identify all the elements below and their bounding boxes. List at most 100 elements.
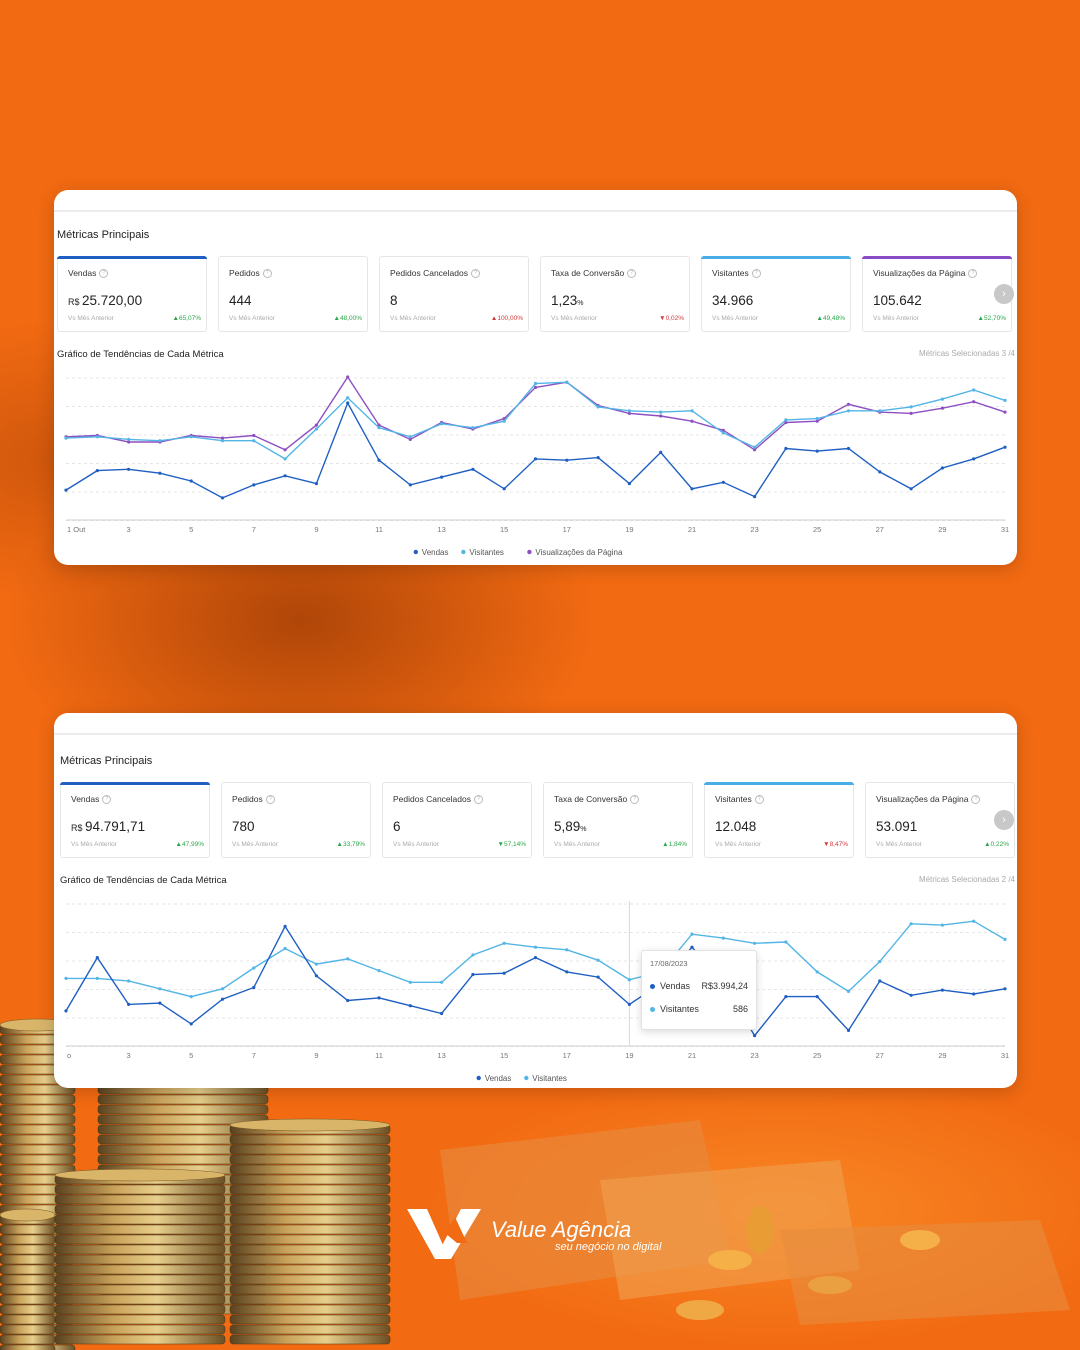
data-point[interactable] — [440, 475, 444, 479]
data-point[interactable] — [596, 958, 600, 962]
data-point[interactable] — [471, 972, 475, 977]
data-point[interactable] — [471, 953, 475, 957]
data-point[interactable] — [690, 487, 694, 491]
metric-card-0[interactable]: Vendas? R$ 94.791,71 Vs Mês Anterior ▲47,99… — [60, 782, 210, 858]
data-point[interactable] — [659, 410, 663, 414]
data-point[interactable] — [252, 433, 256, 438]
data-point[interactable] — [846, 402, 851, 406]
data-point[interactable] — [95, 435, 99, 439]
data-point[interactable] — [220, 997, 225, 1001]
data-point[interactable] — [940, 397, 945, 401]
help-icon[interactable]: ? — [470, 269, 480, 279]
data-point[interactable] — [596, 405, 600, 409]
data-point[interactable] — [690, 945, 694, 949]
data-point[interactable] — [158, 471, 162, 475]
data-point[interactable] — [659, 414, 663, 418]
data-point[interactable] — [533, 945, 538, 949]
data-point[interactable] — [940, 923, 945, 927]
data-point[interactable] — [189, 995, 193, 999]
data-point[interactable] — [346, 375, 350, 379]
data-point[interactable] — [64, 1009, 68, 1013]
help-icon[interactable]: ? — [751, 269, 761, 279]
data-point[interactable] — [502, 971, 506, 975]
data-point[interactable] — [846, 989, 851, 993]
data-point[interactable] — [189, 479, 193, 483]
data-point[interactable] — [377, 996, 381, 1000]
help-icon[interactable]: ? — [971, 795, 981, 805]
help-icon[interactable]: ? — [102, 795, 112, 805]
data-point[interactable] — [753, 1034, 757, 1038]
data-point[interactable] — [846, 1028, 851, 1032]
data-point[interactable] — [596, 456, 600, 460]
data-point[interactable] — [252, 966, 256, 970]
next-arrow-icon[interactable]: › — [994, 810, 1014, 830]
help-icon[interactable]: ? — [630, 795, 640, 805]
data-point[interactable] — [533, 956, 538, 960]
data-point[interactable] — [565, 458, 569, 462]
data-point[interactable] — [440, 980, 444, 984]
data-point[interactable] — [283, 448, 287, 452]
data-point[interactable] — [1003, 937, 1007, 941]
data-point[interactable] — [627, 409, 632, 413]
data-point[interactable] — [533, 385, 538, 389]
data-point[interactable] — [127, 1002, 131, 1006]
data-point[interactable] — [220, 987, 225, 991]
data-point[interactable] — [909, 405, 913, 409]
data-point[interactable] — [64, 976, 68, 980]
data-point[interactable] — [346, 396, 350, 400]
metric-card-0[interactable]: Vendas? R$ 25.720,00 Vs Mês Anterior ▲65,07… — [57, 256, 207, 332]
data-point[interactable] — [533, 457, 538, 461]
data-point[interactable] — [95, 469, 99, 473]
data-point[interactable] — [471, 467, 475, 471]
data-point[interactable] — [64, 488, 68, 492]
data-point[interactable] — [283, 946, 287, 951]
data-point[interactable] — [408, 435, 412, 439]
data-point[interactable] — [502, 419, 506, 423]
data-point[interactable] — [314, 482, 318, 486]
next-arrow-icon[interactable]: › — [994, 284, 1014, 304]
data-point[interactable] — [440, 1011, 444, 1016]
data-point[interactable] — [408, 1004, 412, 1008]
data-point[interactable] — [690, 932, 694, 936]
data-point[interactable] — [158, 439, 162, 443]
data-point[interactable] — [972, 919, 976, 923]
data-point[interactable] — [314, 962, 318, 966]
data-point[interactable] — [189, 435, 193, 439]
data-point[interactable] — [972, 400, 976, 404]
metric-card-1[interactable]: Pedidos? 444 Vs Mês Anterior ▲48,00% — [218, 256, 368, 332]
data-point[interactable] — [784, 995, 788, 999]
data-point[interactable] — [158, 1001, 162, 1005]
data-point[interactable] — [627, 978, 632, 982]
data-point[interactable] — [127, 437, 131, 441]
data-point[interactable] — [690, 419, 694, 423]
help-icon[interactable]: ? — [99, 269, 109, 279]
data-point[interactable] — [972, 388, 976, 392]
data-point[interactable] — [127, 979, 131, 983]
data-point[interactable] — [784, 446, 788, 451]
data-point[interactable] — [346, 957, 350, 961]
metric-card-1[interactable]: Pedidos? 780 Vs Mês Anterior ▲33,79% — [221, 782, 371, 858]
metric-card-3[interactable]: Taxa de Conversão? 1,23% Vs Mês Anterior ▼0… — [540, 256, 690, 332]
metric-card-2[interactable]: Pedidos Cancelados? 8 Vs Mês Anterior ▲100,… — [379, 256, 529, 332]
data-point[interactable] — [314, 974, 318, 978]
data-point[interactable] — [440, 422, 444, 426]
legend-label[interactable]: Visitantes — [532, 1074, 567, 1083]
data-point[interactable] — [784, 940, 788, 944]
data-point[interactable] — [940, 988, 945, 992]
data-point[interactable] — [408, 980, 412, 984]
data-point[interactable] — [565, 970, 569, 974]
data-point[interactable] — [533, 381, 538, 386]
data-point[interactable] — [753, 495, 757, 499]
data-point[interactable] — [940, 406, 945, 410]
data-point[interactable] — [189, 1022, 193, 1026]
data-point[interactable] — [690, 409, 694, 413]
data-point[interactable] — [846, 446, 851, 451]
data-point[interactable] — [377, 426, 381, 430]
data-point[interactable] — [346, 998, 350, 1003]
data-point[interactable] — [815, 995, 819, 999]
help-icon[interactable]: ? — [473, 795, 483, 805]
data-point[interactable] — [878, 409, 882, 413]
data-point[interactable] — [314, 423, 318, 427]
data-point[interactable] — [753, 941, 757, 945]
data-point[interactable] — [1003, 398, 1007, 402]
